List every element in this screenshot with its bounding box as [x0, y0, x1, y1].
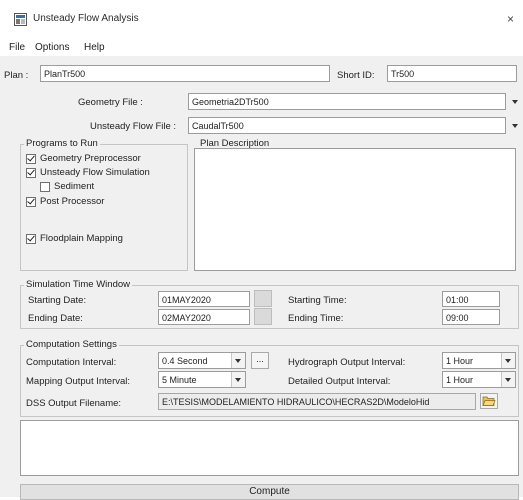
plan-label: Plan :: [4, 70, 29, 81]
short-id-label: Short ID:: [337, 70, 375, 81]
chevron-down-icon[interactable]: [231, 353, 245, 368]
computation-interval-value: 0.4 Second: [162, 356, 208, 366]
mapping-interval-value: 5 Minute: [162, 375, 197, 385]
checkbox-label: Geometry Preprocessor: [40, 153, 141, 164]
menu-options[interactable]: Options: [35, 42, 69, 53]
computation-interval-label: Computation Interval:: [26, 357, 117, 368]
unsteady-flow-window: Unsteady Flow Analysis × File Options He…: [0, 0, 523, 500]
calendar-icon[interactable]: [254, 308, 272, 325]
interval-options-button[interactable]: ...: [251, 352, 269, 369]
hydrograph-interval-select[interactable]: 1 Hour: [442, 352, 516, 369]
simulation-time-window-title: Simulation Time Window: [24, 279, 133, 290]
dss-output-filename-input[interactable]: E:\TESIS\MODELAMIENTO HIDRAULICO\HECRAS2…: [158, 393, 476, 410]
window-title: Unsteady Flow Analysis: [33, 13, 139, 24]
menu-help[interactable]: Help: [84, 42, 105, 53]
starting-date-input[interactable]: 01MAY2020: [158, 291, 250, 307]
mapping-interval-select[interactable]: 5 Minute: [158, 371, 246, 388]
computation-settings-title: Computation Settings: [24, 339, 119, 350]
detailed-interval-select[interactable]: 1 Hour: [442, 371, 516, 388]
checkbox-box[interactable]: [40, 181, 50, 192]
ending-date-label: Ending Date:: [28, 313, 83, 324]
dss-output-label: DSS Output Filename:: [26, 398, 122, 409]
geometry-preprocessor-checkbox[interactable]: Geometry Preprocessor: [26, 153, 141, 164]
checkbox-label: Floodplain Mapping: [40, 233, 123, 244]
checkbox-box[interactable]: [26, 233, 36, 244]
starting-date-label: Starting Date:: [28, 295, 87, 306]
hydrograph-interval-label: Hydrograph Output Interval:: [288, 357, 406, 368]
plan-description-textarea[interactable]: [194, 148, 516, 271]
close-icon[interactable]: ×: [507, 12, 514, 26]
floodplain-mapping-checkbox[interactable]: Floodplain Mapping: [26, 233, 123, 244]
chevron-down-icon[interactable]: [231, 372, 245, 387]
chevron-down-icon[interactable]: [501, 372, 515, 387]
sediment-checkbox[interactable]: Sediment: [40, 181, 94, 192]
detailed-interval-value: 1 Hour: [446, 375, 474, 385]
unsteady-flow-file-label: Unsteady Flow File :: [90, 121, 177, 132]
checkbox-label: Unsteady Flow Simulation: [40, 167, 150, 178]
hydrograph-interval-value: 1 Hour: [446, 356, 474, 366]
menu-file[interactable]: File: [9, 42, 25, 53]
unsteady-flow-file-select[interactable]: CaudalTr500: [188, 117, 506, 134]
folder-open-icon[interactable]: [480, 393, 498, 409]
mapping-interval-label: Mapping Output Interval:: [26, 376, 131, 387]
geometry-file-label: Geometry File :: [78, 97, 143, 108]
plan-title-input[interactable]: PlanTr500: [40, 65, 330, 82]
compute-messages-area[interactable]: [20, 420, 519, 476]
detailed-interval-label: Detailed Output Interval:: [288, 376, 391, 387]
checkbox-label: Sediment: [54, 181, 95, 192]
checkbox-box[interactable]: [26, 196, 36, 207]
starting-time-label: Starting Time:: [288, 295, 347, 306]
ending-time-input[interactable]: 09:00: [442, 309, 500, 325]
post-processor-checkbox[interactable]: Post Processor: [26, 196, 104, 207]
chevron-down-icon[interactable]: [512, 99, 518, 105]
calendar-icon[interactable]: [254, 290, 272, 307]
computation-interval-select[interactable]: 0.4 Second: [158, 352, 246, 369]
checkbox-label: Post Processor: [40, 196, 105, 207]
compute-button[interactable]: Compute: [20, 484, 519, 500]
chevron-down-icon[interactable]: [501, 353, 515, 368]
ending-date-input[interactable]: 02MAY2020: [158, 309, 250, 325]
chevron-down-icon[interactable]: [512, 123, 518, 129]
geometry-file-select[interactable]: Geometria2DTr500: [188, 93, 506, 110]
short-id-input[interactable]: Tr500: [387, 65, 517, 82]
checkbox-box[interactable]: [26, 153, 36, 164]
checkbox-box[interactable]: [26, 167, 36, 178]
hecras-app-icon: [14, 13, 27, 26]
starting-time-input[interactable]: 01:00: [442, 291, 500, 307]
menu-bar: [0, 34, 523, 56]
unsteady-flow-simulation-checkbox[interactable]: Unsteady Flow Simulation: [26, 167, 150, 178]
ending-time-label: Ending Time:: [288, 313, 344, 324]
programs-to-run-title: Programs to Run: [24, 138, 100, 149]
